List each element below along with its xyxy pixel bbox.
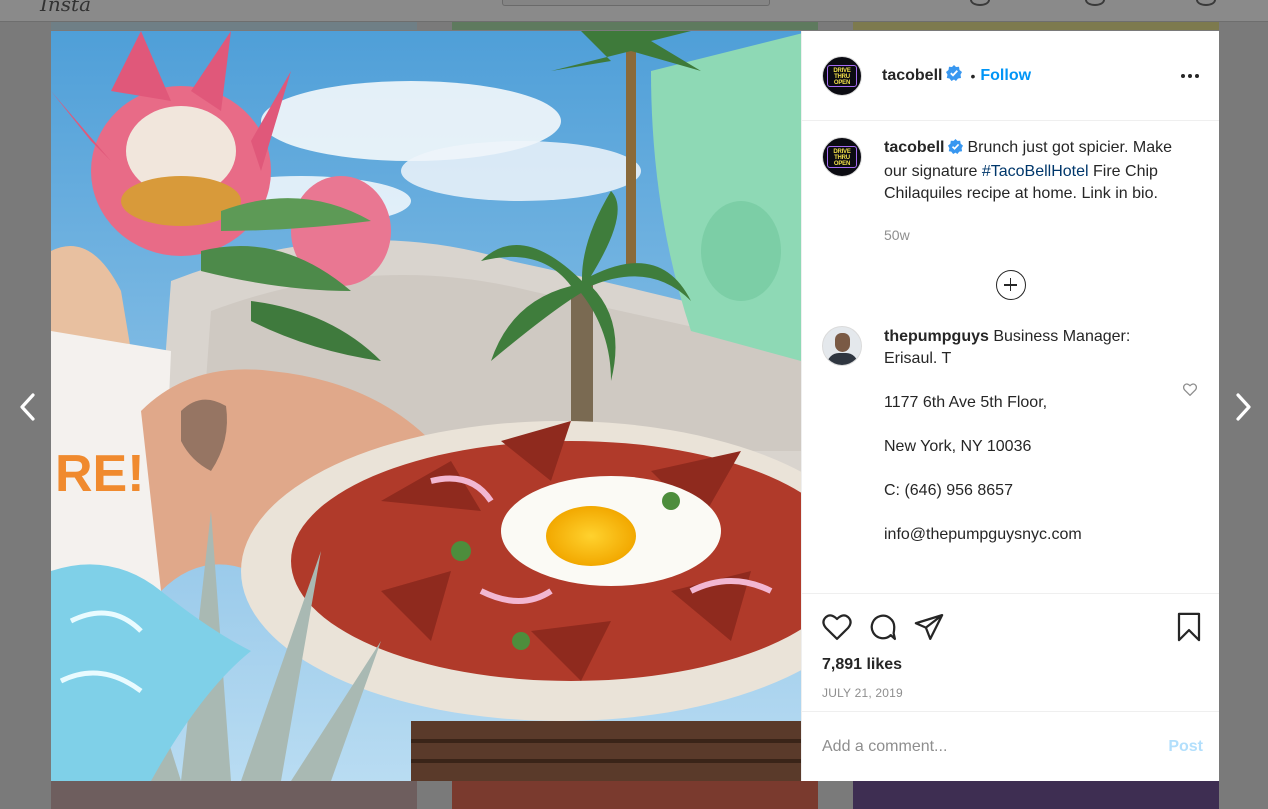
comment-input[interactable] — [822, 737, 1169, 756]
more-options-icon[interactable] — [1181, 73, 1199, 78]
verified-badge-icon — [946, 65, 963, 86]
post-author-username[interactable]: tacobell — [882, 67, 942, 85]
background-grid-tile — [452, 22, 818, 30]
background-grid-tile — [51, 781, 417, 809]
post-image[interactable]: RE! — [51, 31, 801, 781]
like-count[interactable]: 7,891 likes — [822, 656, 1203, 674]
hashtag-link[interactable]: #TacoBellHotel — [982, 163, 1089, 180]
post-side-panel: DRIVE THRU OPEN tacobell • Follow DRIVE … — [801, 31, 1219, 781]
action-icons-row — [822, 594, 1203, 654]
comment-username[interactable]: thepumpguys — [884, 328, 989, 345]
plus-circle-icon[interactable] — [995, 270, 1026, 300]
comment-text: thepumpguys Business Manager: Erisaul. T… — [884, 326, 1154, 546]
comment-line-3: New York, NY 10036 — [884, 438, 1032, 455]
background-grid-tile — [51, 22, 417, 30]
bookmark-icon[interactable] — [1175, 612, 1203, 642]
background-grid-tile — [452, 781, 818, 809]
separator-dot: • — [970, 67, 976, 84]
comment-item: thepumpguys Business Manager: Erisaul. T… — [822, 326, 1199, 546]
caption-text: tacobell Brunch just got spicier. Make ou… — [884, 137, 1174, 246]
add-comment-bar: Post — [802, 711, 1219, 781]
profile-avatar[interactable]: DRIVE THRU OPEN — [822, 55, 862, 96]
background-grid-tile — [853, 22, 1219, 30]
shirt-text: RE! — [55, 445, 145, 503]
verified-badge-icon — [948, 139, 964, 161]
follow-button[interactable]: Follow — [980, 67, 1031, 85]
comment-line-2: 1177 6th Ave 5th Floor, — [884, 394, 1048, 411]
comment-line-5: info@thepumpguysnyc.com — [884, 526, 1082, 543]
post-comment-button[interactable]: Post — [1168, 738, 1203, 756]
background-search-bar — [502, 0, 770, 6]
chevron-right-icon — [1236, 393, 1251, 421]
previous-post-button[interactable] — [13, 388, 41, 426]
chevron-left-icon — [20, 393, 35, 421]
paper-plane-icon[interactable] — [914, 613, 944, 641]
comments-section[interactable]: DRIVE THRU OPEN tacobell Brunch just got … — [802, 121, 1219, 593]
next-post-button[interactable] — [1230, 388, 1258, 426]
caption: DRIVE THRU OPEN tacobell Brunch just got … — [822, 137, 1199, 246]
caption-avatar[interactable]: DRIVE THRU OPEN — [822, 137, 862, 177]
post-date[interactable]: JULY 21, 2019 — [822, 686, 1203, 700]
caption-username[interactable]: tacobell — [884, 139, 944, 156]
comment-icon[interactable] — [868, 612, 898, 642]
heart-icon[interactable] — [822, 613, 852, 641]
background-grid-tile — [853, 781, 1219, 809]
collage-image: RE! — [51, 31, 801, 781]
avatar-logo-text: DRIVE THRU OPEN — [827, 146, 857, 168]
post-header: DRIVE THRU OPEN tacobell • Follow — [802, 31, 1219, 121]
load-more-comments[interactable] — [822, 270, 1199, 300]
post-actions: 7,891 likes JULY 21, 2019 — [802, 593, 1219, 711]
post-modal: RE! DRIVE THRU OPEN tacobell • Follow DR… — [51, 31, 1219, 781]
comment-like-heart-icon[interactable] — [1182, 383, 1198, 401]
commenter-avatar[interactable] — [822, 326, 862, 366]
background-logo: Insta — [40, 0, 92, 16]
comment-line-4: C: (646) 956 8657 — [884, 482, 1013, 499]
caption-timestamp[interactable]: 50w — [884, 224, 1174, 246]
avatar-logo-text: DRIVE THRU OPEN — [827, 64, 857, 87]
